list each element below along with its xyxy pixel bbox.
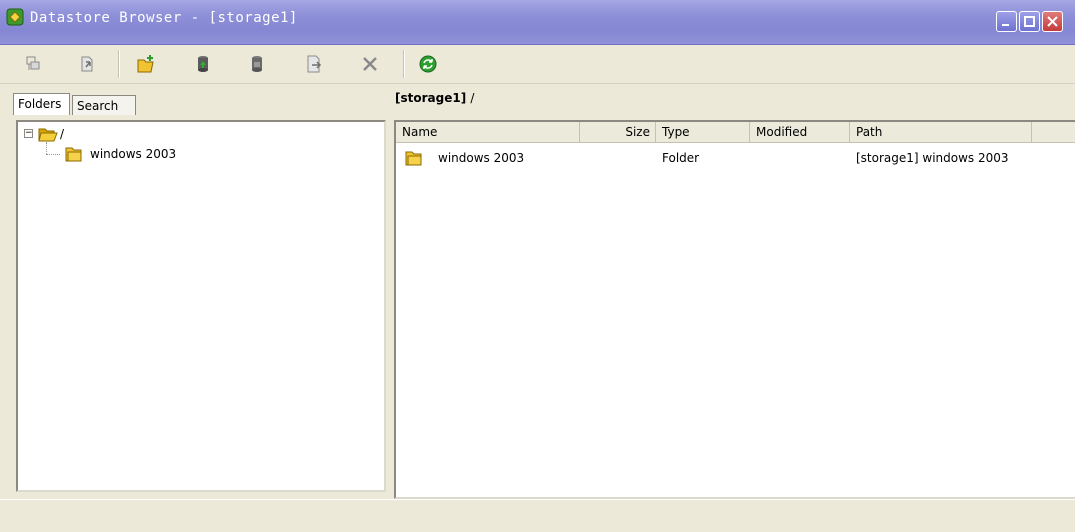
delete-button[interactable] — [359, 53, 381, 75]
collapse-toggle[interactable]: − — [24, 129, 33, 138]
tree-node-label: windows 2003 — [90, 147, 177, 161]
maximize-icon — [1024, 16, 1035, 27]
close-icon — [1047, 16, 1058, 27]
tab-search[interactable]: Search — [72, 95, 136, 115]
title-bar[interactable]: Datastore Browser - [storage1] — [0, 0, 1075, 45]
row-name: windows 2003 — [438, 151, 525, 165]
tab-folders[interactable]: Folders — [13, 93, 70, 115]
tree-node-label: / — [60, 127, 65, 141]
open-folder-icon — [38, 125, 58, 148]
list-row[interactable]: windows 2003 Folder [storage1] windows 2… — [396, 149, 1075, 167]
refresh-icon — [419, 55, 437, 73]
minimize-button[interactable] — [996, 11, 1017, 32]
list-header: Name Size Type Modified Path — [396, 122, 1075, 143]
window-title: Datastore Browser - [storage1] — [30, 10, 298, 26]
download-icon — [252, 56, 262, 72]
browse-datastore-button[interactable] — [22, 53, 44, 75]
tree-node-windows-2003[interactable]: windows 2003 — [64, 145, 264, 163]
maximize-button[interactable] — [1019, 11, 1040, 32]
folder-icon — [404, 149, 424, 172]
tree-connector — [46, 142, 47, 154]
new-folder-button[interactable] — [135, 53, 157, 75]
new-folder-icon — [137, 55, 154, 73]
move-icon — [307, 55, 322, 73]
close-button[interactable] — [1042, 11, 1063, 32]
datastore-name: [storage1] — [395, 91, 467, 105]
download-button[interactable] — [246, 53, 268, 75]
minimize-icon — [1002, 24, 1009, 26]
file-list[interactable]: Name Size Type Modified Path windows 200… — [394, 120, 1075, 499]
column-header-type[interactable]: Type — [656, 122, 750, 142]
row-type: Folder — [662, 151, 700, 165]
path-value: / — [470, 91, 475, 105]
browse-up-icon — [81, 56, 93, 72]
row-path: [storage1] windows 2003 — [856, 151, 1009, 165]
folder-tree[interactable]: − / windows 2003 — [16, 120, 386, 492]
column-header-name[interactable]: Name — [396, 122, 580, 142]
upload-button[interactable] — [192, 53, 214, 75]
datastore-app-icon — [6, 8, 24, 26]
toolbar — [0, 45, 1075, 84]
browse-up-button[interactable] — [77, 53, 99, 75]
toolbar-separator — [118, 50, 120, 78]
column-header-path[interactable]: Path — [850, 122, 1032, 142]
move-button[interactable] — [303, 53, 325, 75]
column-header-extra[interactable] — [1032, 122, 1075, 142]
folder-icon — [64, 145, 84, 168]
status-bar — [0, 499, 1075, 532]
delete-icon — [363, 57, 377, 71]
tree-connector — [46, 154, 60, 155]
toolbar-separator — [403, 50, 405, 78]
column-header-modified[interactable]: Modified — [750, 122, 850, 142]
upload-icon — [198, 56, 208, 72]
datastore-browser-window: Datastore Browser - [storage1] Folders S… — [0, 0, 1075, 532]
column-header-size[interactable]: Size — [580, 122, 656, 142]
tree-node-root[interactable]: − / — [24, 125, 104, 143]
browse-datastore-icon — [26, 56, 40, 70]
refresh-button[interactable] — [417, 53, 439, 75]
current-path: [storage1] / — [395, 91, 474, 105]
